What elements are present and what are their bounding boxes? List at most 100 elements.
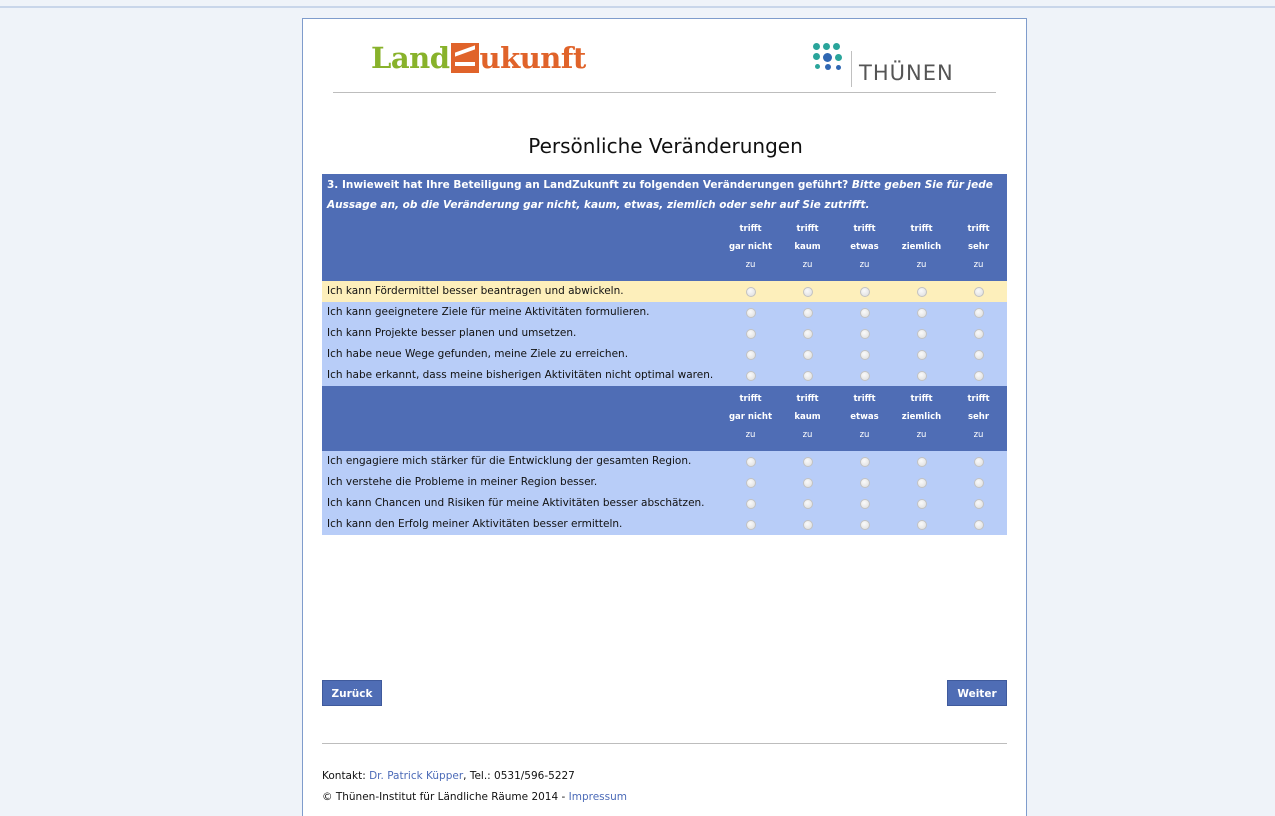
question-row: Ich kann Projekte besser planen und umse… xyxy=(322,323,1007,344)
radio-cell xyxy=(893,328,950,339)
statement-text: Ich engagiere mich stärker für die Entwi… xyxy=(327,455,692,467)
rating-radio[interactable] xyxy=(973,498,984,509)
rating-radio[interactable] xyxy=(916,307,927,318)
rating-radio[interactable] xyxy=(745,328,756,339)
radio-cell xyxy=(779,456,836,467)
column-header-label: zu xyxy=(859,430,870,440)
column-header: trifft kaum zu xyxy=(779,216,836,281)
column-header: trifft etwas zu xyxy=(836,216,893,281)
radio-cell xyxy=(893,456,950,467)
rating-radio[interactable] xyxy=(745,456,756,467)
question-row: Ich kann den Erfolg meiner Aktivitäten b… xyxy=(322,514,1007,535)
rating-radio[interactable] xyxy=(745,477,756,488)
radio-cell xyxy=(950,370,1007,381)
rating-radio[interactable] xyxy=(802,349,813,360)
radio-cell xyxy=(722,349,779,360)
rating-radio[interactable] xyxy=(973,519,984,530)
rating-radio[interactable] xyxy=(802,307,813,318)
radio-cell xyxy=(779,370,836,381)
radio-cell xyxy=(893,477,950,488)
rating-radio[interactable] xyxy=(802,498,813,509)
logo-land-text: Land xyxy=(371,41,450,75)
rating-radio[interactable] xyxy=(859,370,870,381)
rating-radio[interactable] xyxy=(802,477,813,488)
next-button[interactable]: Weiter xyxy=(947,680,1007,706)
radio-cell xyxy=(893,349,950,360)
rating-radio[interactable] xyxy=(973,477,984,488)
rating-radio[interactable] xyxy=(973,370,984,381)
rating-radio[interactable] xyxy=(859,456,870,467)
rating-radio[interactable] xyxy=(802,519,813,530)
rating-radio[interactable] xyxy=(745,498,756,509)
rating-radio[interactable] xyxy=(745,307,756,318)
copyright-text: © Thünen-Institut für Ländliche Räume 20… xyxy=(322,791,569,803)
question-group-1: Ich kann Fördermittel besser beantragen … xyxy=(322,281,1007,386)
back-button[interactable]: Zurück xyxy=(322,680,382,706)
column-header-label: zu xyxy=(859,260,870,270)
rating-radio[interactable] xyxy=(916,286,927,297)
radio-cell xyxy=(893,370,950,381)
column-header: trifft ziemlich zu xyxy=(893,386,950,451)
column-header-label: sehr xyxy=(967,242,990,252)
question-text: 3. Inwieweit hat Ihre Beteiligung an Lan… xyxy=(327,179,849,191)
rating-radio[interactable] xyxy=(973,456,984,467)
rating-radio[interactable] xyxy=(802,456,813,467)
column-header-row: trifft gar nicht zu trifft kaum zu trifft etwas… xyxy=(322,216,1007,281)
rating-radio[interactable] xyxy=(859,477,870,488)
rating-radio[interactable] xyxy=(859,498,870,509)
column-header-label: kaum xyxy=(794,412,821,422)
column-header-label: sehr xyxy=(967,412,990,422)
contact-line: Kontakt: Dr. Patrick Küpper, Tel.: 0531/… xyxy=(322,766,627,787)
rating-radio[interactable] xyxy=(973,286,984,297)
radio-cell xyxy=(836,456,893,467)
rating-radio[interactable] xyxy=(859,349,870,360)
column-header: trifft sehr zu xyxy=(950,386,1007,451)
rating-radio[interactable] xyxy=(916,498,927,509)
rating-radio[interactable] xyxy=(916,349,927,360)
question-row: Ich habe neue Wege gefunden, meine Ziele… xyxy=(322,344,1007,365)
rating-radio[interactable] xyxy=(802,328,813,339)
radio-cell xyxy=(950,307,1007,318)
rating-radio[interactable] xyxy=(859,307,870,318)
rating-radio[interactable] xyxy=(802,370,813,381)
rating-radio[interactable] xyxy=(745,349,756,360)
column-header-label: trifft xyxy=(910,394,933,404)
rating-radio[interactable] xyxy=(745,519,756,530)
rating-radio[interactable] xyxy=(916,477,927,488)
column-header-label: zu xyxy=(973,430,984,440)
contact-name-link[interactable]: Dr. Patrick Küpper xyxy=(369,770,463,782)
rating-radio[interactable] xyxy=(916,370,927,381)
rating-radio[interactable] xyxy=(916,456,927,467)
rating-radio[interactable] xyxy=(973,307,984,318)
radio-cell xyxy=(722,370,779,381)
rating-radio[interactable] xyxy=(859,328,870,339)
column-header-label: kaum xyxy=(794,242,821,252)
question-header: 3. Inwieweit hat Ihre Beteiligung an Lan… xyxy=(322,174,1007,216)
rating-radio[interactable] xyxy=(859,286,870,297)
radio-cell xyxy=(779,477,836,488)
rating-radio[interactable] xyxy=(745,286,756,297)
rating-radio[interactable] xyxy=(973,349,984,360)
rating-radio[interactable] xyxy=(745,370,756,381)
radio-cell xyxy=(950,349,1007,360)
column-header-label: zu xyxy=(745,430,756,440)
landzukunft-logo: Land ukunft xyxy=(371,41,586,75)
top-border xyxy=(0,6,1275,8)
rating-radio[interactable] xyxy=(802,286,813,297)
rating-radio[interactable] xyxy=(916,519,927,530)
column-header-label: trifft xyxy=(739,224,762,234)
rating-radio[interactable] xyxy=(916,328,927,339)
radio-cell xyxy=(779,498,836,509)
impressum-link[interactable]: Impressum xyxy=(569,791,627,803)
contact-label: Kontakt: xyxy=(322,770,370,782)
column-header-label: trifft xyxy=(796,224,819,234)
radio-cell xyxy=(836,349,893,360)
rating-radio[interactable] xyxy=(859,519,870,530)
thuenen-logo: THÜNEN xyxy=(811,41,971,91)
header-divider xyxy=(333,92,996,93)
radio-cell xyxy=(779,307,836,318)
radio-cell xyxy=(893,519,950,530)
rating-radio[interactable] xyxy=(973,328,984,339)
column-header-label: trifft xyxy=(967,394,990,404)
column-header: trifft etwas zu xyxy=(836,386,893,451)
